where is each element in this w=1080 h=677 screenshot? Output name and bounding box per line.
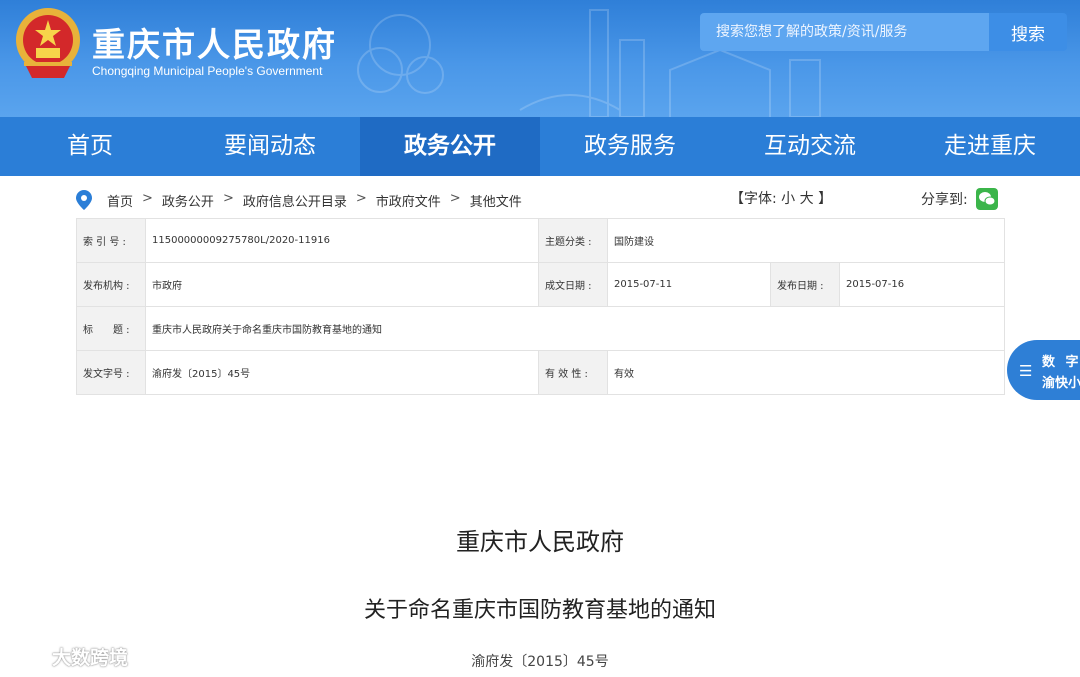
table-row: 索 引 号 : 11500000009275780L/2020-11916 主题… [76,218,1005,263]
nav-item-home[interactable]: 首页 [0,117,180,176]
search-box [700,13,990,51]
validity-value: 有效 [607,350,1005,395]
national-emblem-icon [16,8,80,78]
written-date-label: 成文日期 : [538,262,608,307]
location-pin-icon [76,190,92,210]
breadcrumb-home[interactable]: 首页 [107,191,133,210]
site-title: 重庆市人民政府 [92,25,337,64]
index-value: 11500000009275780L/2020-11916 [145,218,539,263]
breadcrumb-other-docs[interactable]: 其他文件 [470,191,522,210]
table-row: 发文字号 : 渝府发〔2015〕45号 有 效 性 : 有效 [76,350,1005,395]
breadcrumb-open-government[interactable]: 政务公开 [162,191,214,210]
font-small-button[interactable]: 小 [781,191,795,207]
share-area: 分享到: [921,188,998,210]
watermark: 大数跨境 [8,643,128,670]
table-row: 标 题 : 重庆市人民政府关于命名重庆市国防教育基地的通知 [76,306,1005,351]
search-button[interactable]: 搜索 [989,13,1067,51]
main-nav: 首页 要闻动态 政务公开 政务服务 互动交流 走进重庆 [0,117,1080,176]
watermark-logo-icon [10,646,49,667]
breadcrumb-bar: 首页 > 政务公开 > 政府信息公开目录 > 市政府文件 > 其他文件 【字体:… [76,186,1006,212]
document-metadata-table: 索 引 号 : 11500000009275780L/2020-11916 主题… [76,218,1005,395]
issuer-label: 发布机构 : [76,262,146,307]
publish-date-value: 2015-07-16 [839,262,1005,307]
font-size-control: 【字体: 小 大 】 [730,188,832,208]
search-input[interactable] [700,13,986,51]
font-size-close: 】 [818,191,833,207]
share-label: 分享到: [921,192,968,208]
document-number: 渝府发〔2015〕45号 [471,654,609,670]
doc-number-value: 渝府发〔2015〕45号 [145,350,539,395]
breadcrumb-catalog[interactable]: 政府信息公开目录 [243,191,347,210]
document-title: 关于命名重庆市国防教育基地的通知 [363,598,716,623]
menu-list-icon: ☰ [1019,362,1033,380]
table-row: 发布机构 : 市政府 成文日期 : 2015-07-11 发布日期 : 2015… [76,262,1005,307]
nav-item-about-chongqing[interactable]: 走进重庆 [900,117,1080,176]
watermark-text: 大数跨境 [52,647,129,669]
breadcrumb-separator: > [222,191,234,206]
nav-item-open-government[interactable]: 政务公开 [360,117,540,176]
wechat-share-icon[interactable] [975,188,998,210]
digital-assistant-tab[interactable]: ☰ 数 字 渝快小 [1007,340,1080,400]
breadcrumb-separator: > [142,191,153,206]
document-issuer-heading: 重庆市人民政府 [456,528,624,556]
site-subtitle: Chongqing Municipal People's Government [92,64,323,78]
doc-number-label: 发文字号 : [76,350,146,395]
issuer-value: 市政府 [145,262,539,307]
breadcrumb-separator: > [449,191,461,206]
breadcrumb-separator: > [355,191,367,206]
nav-item-services[interactable]: 政务服务 [540,117,720,176]
nav-item-news[interactable]: 要闻动态 [180,117,360,176]
breadcrumb-municipal-docs[interactable]: 市政府文件 [376,191,441,210]
index-label: 索 引 号 : [76,218,146,263]
topic-label: 主题分类 : [538,218,608,263]
site-header: 重庆市人民政府 Chongqing Municipal People's Gov… [0,0,1080,117]
written-date-value: 2015-07-11 [607,262,771,307]
nav-item-interaction[interactable]: 互动交流 [720,117,900,176]
font-large-button[interactable]: 大 [800,191,814,207]
font-size-label: 【字体: [730,191,777,207]
validity-label: 有 效 性 : [538,350,608,395]
publish-date-label: 发布日期 : [770,262,840,307]
side-tab-line2: 渝快小 [1042,376,1080,391]
topic-value: 国防建设 [607,218,1005,263]
breadcrumb: 首页 > 政务公开 > 政府信息公开目录 > 市政府文件 > 其他文件 [107,191,522,210]
title-label: 标 题 : [76,306,146,351]
title-value: 重庆市人民政府关于命名重庆市国防教育基地的通知 [145,306,1005,351]
side-tab-line1: 数 字 [1042,355,1080,370]
